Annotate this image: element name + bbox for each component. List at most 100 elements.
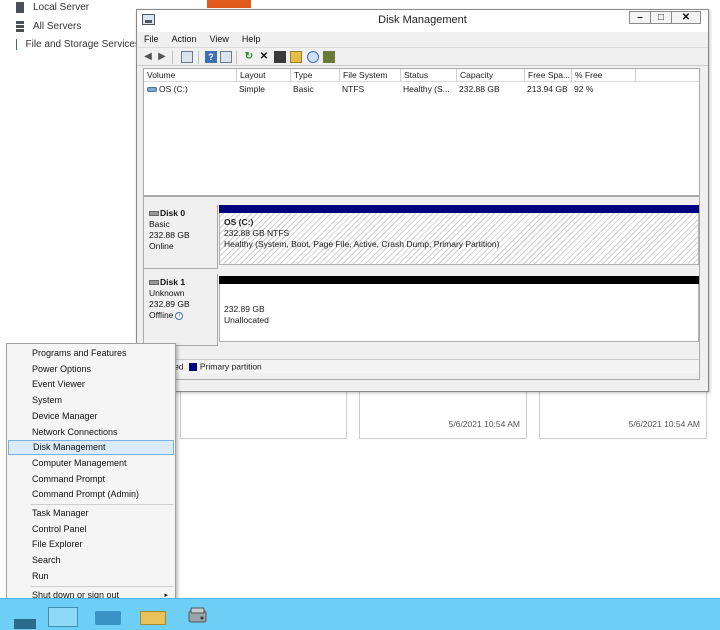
menu-separator [31, 585, 173, 587]
menu-bar: File Action View Help [137, 32, 266, 46]
sidebar-item-label: File and Storage Services [25, 39, 140, 50]
server-manager-icon[interactable] [48, 607, 78, 627]
search-icon[interactable] [307, 51, 319, 63]
menu-help[interactable]: Help [235, 32, 267, 46]
sidebar-item-file-storage[interactable]: File and Storage Services [16, 39, 140, 50]
menu-item-file-explorer[interactable]: File Explorer [8, 537, 174, 552]
menu-view[interactable]: View [203, 32, 235, 46]
menu-item-programs-and-features[interactable]: Programs and Features [8, 346, 174, 361]
cell-file-system: NTFS [342, 84, 365, 94]
partition-name: OS (C:) [224, 217, 254, 227]
disk-0-info[interactable]: Disk 0 Basic 232.88 GB Online [144, 205, 218, 269]
menu-action[interactable]: Action [165, 32, 203, 46]
file-explorer-icon[interactable] [140, 611, 166, 625]
toolbar-separator [198, 51, 199, 64]
disk-name: Disk 0 [149, 208, 217, 219]
partition-status: Healthy (System, Boot, Page File, Active… [224, 239, 500, 249]
powershell-icon[interactable] [95, 611, 121, 625]
menu-item-control-panel[interactable]: Control Panel [8, 522, 174, 537]
legend: ocated Primary partition [144, 359, 699, 373]
sidebar-item-label: All Servers [33, 21, 82, 32]
close-button[interactable]: ✕ [671, 11, 701, 24]
disk-1-info[interactable]: Disk 1 Unknown 232.89 GB Offline i [144, 274, 218, 346]
column-file-system[interactable]: File System [339, 69, 400, 82]
menu-item-network-connections[interactable]: Network Connections [8, 425, 174, 440]
delete-icon[interactable]: ✕ [258, 51, 270, 63]
menu-item-event-viewer[interactable]: Event Viewer [8, 377, 174, 392]
disk-status: Offline i [149, 310, 217, 321]
console-icon[interactable] [220, 51, 232, 63]
window-title: Disk Management [378, 14, 467, 26]
server-icon [16, 2, 24, 13]
cell-pct-free: 92 % [574, 84, 594, 94]
sidebar-item-local-server[interactable]: Local Server [16, 2, 89, 13]
column-volume[interactable]: Volume [144, 69, 236, 82]
column-status[interactable]: Status [400, 69, 456, 82]
menu-file[interactable]: File [137, 32, 165, 46]
menu-item-search[interactable]: Search [8, 553, 174, 568]
menu-item-command-prompt-admin[interactable]: Command Prompt (Admin) [8, 487, 174, 502]
menu-item-power-options[interactable]: Power Options [8, 362, 174, 377]
legend-swatch-primary [188, 362, 197, 371]
column-free-space[interactable]: Free Spa... [524, 69, 571, 82]
cell-capacity: 232.88 GB [459, 84, 500, 94]
forward-icon[interactable]: ▶ [156, 51, 168, 63]
tile-timestamp: 5/6/2021 10:54 AM [448, 419, 520, 429]
menu-item-command-prompt[interactable]: Command Prompt [8, 472, 174, 487]
bpa-tile[interactable]: 5/6/2021 10:54 AM [359, 392, 527, 439]
disk-size: 232.89 GB [149, 299, 190, 309]
disk-management-icon[interactable] [185, 604, 211, 626]
hard-disk-icon [149, 280, 159, 286]
start-icon[interactable] [14, 619, 36, 629]
menu-item-computer-management[interactable]: Computer Management [8, 456, 174, 471]
partition-os-c[interactable]: OS (C:) 232.88 GB NTFS Healthy (System, … [219, 205, 699, 265]
check-icon[interactable] [323, 51, 335, 63]
title-bar[interactable]: Disk Management – □ ✕ [137, 10, 708, 32]
column-capacity[interactable]: Capacity [456, 69, 524, 82]
taskbar [0, 598, 720, 630]
open-folder-icon[interactable] [290, 51, 302, 63]
drive-icon [147, 87, 157, 93]
refresh-icon[interactable]: ↻ [243, 51, 255, 63]
disk-status: Online [149, 241, 174, 251]
column-layout[interactable]: Layout [236, 69, 290, 82]
minimize-button[interactable]: – [629, 11, 651, 24]
menu-separator [31, 504, 173, 505]
partition-size: 232.89 GB [224, 304, 265, 314]
bpa-tile[interactable] [180, 392, 347, 439]
partition-status: Unallocated [224, 315, 269, 325]
legend-label-primary: Primary partition [199, 361, 262, 372]
menu-item-device-manager[interactable]: Device Manager [8, 409, 174, 424]
partition-size: 232.88 GB NTFS [224, 228, 290, 238]
disk-name: Disk 1 [149, 277, 217, 288]
column-pct-free[interactable]: % Free [571, 69, 635, 82]
menu-item-disk-management[interactable]: Disk Management [8, 440, 174, 456]
properties-icon[interactable] [181, 51, 193, 63]
servers-icon [16, 21, 24, 32]
sidebar: Local Server All Servers File and Storag… [0, 0, 140, 345]
toolbar-separator [236, 51, 237, 64]
cell-layout: Simple [239, 84, 265, 94]
partition-text: OS (C:) 232.88 GB NTFS Healthy (System, … [224, 217, 499, 250]
volume-list-header: Volume Layout Type File System Status Ca… [144, 69, 699, 82]
maximize-button[interactable]: □ [650, 11, 672, 24]
toolbar-separator [172, 51, 173, 64]
table-row[interactable]: OS (C:) Simple Basic NTFS Healthy (S... … [144, 83, 699, 96]
bpa-tile[interactable]: 5/6/2021 10:54 AM [539, 392, 707, 439]
back-icon[interactable]: ◀ [142, 51, 154, 63]
cell-volume: OS (C:) [144, 83, 236, 96]
hard-disk-icon [149, 211, 159, 217]
volume-list[interactable]: Volume Layout Type File System Status Ca… [143, 68, 700, 196]
help-icon[interactable]: ? [205, 51, 217, 63]
menu-item-run[interactable]: Run [8, 569, 174, 584]
toolbar: ◀ ▶ ? ↻ ✕ [137, 47, 708, 66]
partition-unallocated[interactable]: 232.89 GB Unallocated [219, 276, 699, 342]
info-icon[interactable]: i [175, 311, 184, 320]
sidebar-item-all-servers[interactable]: All Servers [16, 21, 81, 32]
settings-icon[interactable] [274, 51, 286, 63]
column-type[interactable]: Type [290, 69, 339, 82]
menu-item-system[interactable]: System [8, 393, 174, 408]
sidebar-item-label: Local Server [33, 2, 90, 13]
cell-status: Healthy (S... [403, 84, 450, 94]
menu-item-task-manager[interactable]: Task Manager [8, 506, 174, 521]
